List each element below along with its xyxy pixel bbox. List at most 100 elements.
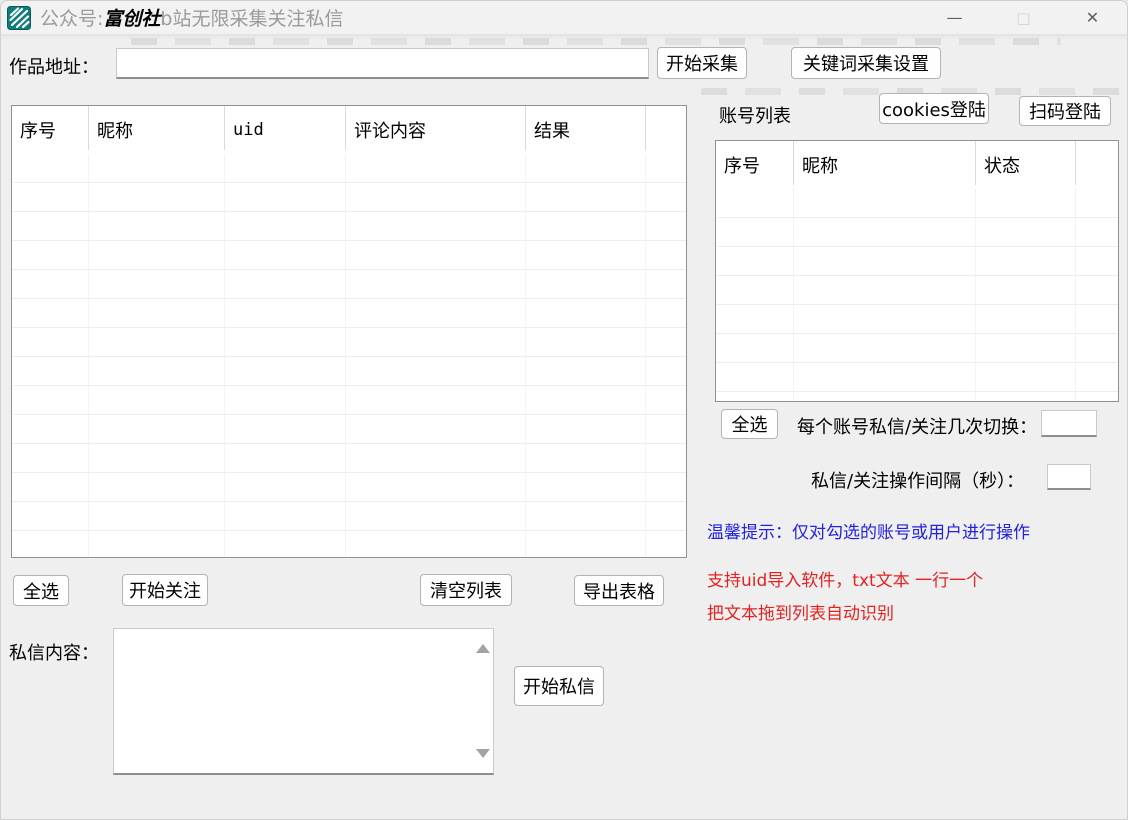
table-row[interactable] bbox=[716, 334, 1118, 363]
table-cell bbox=[526, 183, 646, 211]
table-cell bbox=[976, 247, 1076, 275]
table-row[interactable] bbox=[12, 328, 686, 357]
window-controls: — □ ✕ bbox=[920, 1, 1127, 34]
table-cell bbox=[225, 386, 346, 414]
start-follow-button[interactable]: 开始关注 bbox=[122, 574, 208, 606]
scroll-up-icon[interactable] bbox=[476, 644, 490, 653]
table-cell bbox=[716, 305, 794, 333]
table-cell bbox=[89, 299, 225, 327]
table-cell bbox=[794, 334, 976, 362]
column-header[interactable]: 状态 bbox=[976, 141, 1076, 189]
table-cell bbox=[225, 154, 346, 182]
maximize-button[interactable]: □ bbox=[989, 1, 1058, 34]
table-cell bbox=[89, 212, 225, 240]
table-cell-filler bbox=[1076, 189, 1118, 217]
interval-seconds-input[interactable] bbox=[1047, 464, 1091, 490]
table-row[interactable] bbox=[716, 276, 1118, 305]
table-cell bbox=[346, 328, 526, 356]
table-cell-filler bbox=[646, 328, 686, 356]
scroll-down-icon[interactable] bbox=[476, 749, 490, 758]
table-cell bbox=[346, 531, 526, 558]
keyword-collect-settings-button[interactable]: 关键词采集设置 bbox=[791, 47, 941, 79]
select-all-accounts-button[interactable]: 全选 bbox=[721, 409, 778, 439]
table-cell bbox=[976, 392, 1076, 402]
dm-content-input[interactable] bbox=[114, 629, 473, 773]
table-row[interactable] bbox=[12, 299, 686, 328]
table-cell bbox=[526, 531, 646, 558]
table-row[interactable] bbox=[12, 212, 686, 241]
table-cell bbox=[794, 276, 976, 304]
column-header[interactable]: 结果 bbox=[526, 106, 646, 154]
table-row[interactable] bbox=[12, 473, 686, 502]
table-cell bbox=[716, 392, 794, 402]
table-cell bbox=[225, 473, 346, 501]
table-cell bbox=[225, 502, 346, 530]
column-header-filler bbox=[646, 106, 686, 154]
column-header[interactable]: 昵称 bbox=[794, 141, 976, 189]
select-all-comments-button[interactable]: 全选 bbox=[13, 575, 69, 606]
table-cell-filler bbox=[646, 444, 686, 472]
table-cell bbox=[976, 189, 1076, 217]
table-cell bbox=[225, 241, 346, 269]
table-cell bbox=[225, 183, 346, 211]
table-cell-filler bbox=[646, 473, 686, 501]
table-cell bbox=[716, 189, 794, 217]
column-header[interactable]: 序号 bbox=[716, 141, 794, 189]
column-header[interactable]: 序号 bbox=[12, 106, 89, 154]
table-cell bbox=[12, 299, 89, 327]
table-row[interactable] bbox=[716, 189, 1118, 218]
start-dm-button[interactable]: 开始私信 bbox=[514, 666, 604, 706]
table-cell-filler bbox=[646, 357, 686, 385]
table-cell bbox=[12, 357, 89, 385]
dm-scrollbar[interactable] bbox=[474, 630, 492, 772]
table-row[interactable] bbox=[12, 444, 686, 473]
minimize-button[interactable]: — bbox=[920, 1, 989, 34]
switch-count-input[interactable] bbox=[1041, 410, 1097, 437]
clear-list-button[interactable]: 清空列表 bbox=[420, 574, 512, 606]
table-cell bbox=[346, 502, 526, 530]
table-row[interactable] bbox=[12, 357, 686, 386]
work-url-input[interactable] bbox=[116, 48, 649, 79]
table-cell bbox=[526, 212, 646, 240]
table-row[interactable] bbox=[716, 247, 1118, 276]
table-row[interactable] bbox=[12, 154, 686, 183]
column-header[interactable]: 昵称 bbox=[89, 106, 225, 154]
cookies-login-button[interactable]: cookies登陆 bbox=[879, 93, 989, 124]
titlebar: 公众号:富创社b站无限采集关注私信 — □ ✕ bbox=[1, 1, 1127, 35]
work-url-label: 作品地址： bbox=[9, 53, 99, 79]
table-cell bbox=[89, 328, 225, 356]
account-list-label: 账号列表 bbox=[719, 102, 791, 128]
table-row[interactable] bbox=[716, 363, 1118, 392]
table-row[interactable] bbox=[12, 386, 686, 415]
table-row[interactable] bbox=[12, 270, 686, 299]
start-collect-button[interactable]: 开始采集 bbox=[657, 47, 747, 79]
table-cell bbox=[526, 444, 646, 472]
table-cell bbox=[12, 531, 89, 558]
table-cell-filler bbox=[1076, 218, 1118, 246]
table-cell bbox=[526, 270, 646, 298]
table-row[interactable] bbox=[716, 305, 1118, 334]
brand-name: 富创社 bbox=[103, 8, 160, 30]
table-cell bbox=[89, 357, 225, 385]
table-row[interactable] bbox=[716, 392, 1118, 402]
table-row[interactable] bbox=[12, 531, 686, 558]
table-row[interactable] bbox=[12, 415, 686, 444]
table-row[interactable] bbox=[12, 241, 686, 270]
table-cell-filler bbox=[646, 386, 686, 414]
table-cell bbox=[225, 270, 346, 298]
dm-content-box bbox=[113, 628, 494, 775]
table-row[interactable] bbox=[12, 183, 686, 212]
export-table-button[interactable]: 导出表格 bbox=[574, 575, 664, 606]
table-cell bbox=[526, 299, 646, 327]
table-row[interactable] bbox=[12, 502, 686, 531]
column-header[interactable]: uid bbox=[225, 106, 346, 154]
table-cell bbox=[346, 444, 526, 472]
qr-login-button[interactable]: 扫码登陆 bbox=[1019, 96, 1111, 126]
table-cell bbox=[976, 276, 1076, 304]
column-header[interactable]: 评论内容 bbox=[346, 106, 526, 154]
table-cell bbox=[346, 212, 526, 240]
table-cell-filler bbox=[646, 299, 686, 327]
table-row[interactable] bbox=[716, 218, 1118, 247]
close-button[interactable]: ✕ bbox=[1058, 1, 1127, 34]
table-cell bbox=[526, 386, 646, 414]
